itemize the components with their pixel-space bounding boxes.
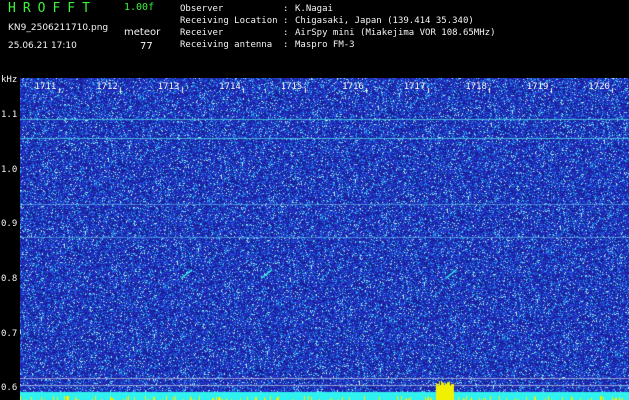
- metadata-separator: :: [283, 40, 289, 50]
- x-tick-label: 1715: [280, 82, 303, 92]
- metadata-value-receiver: AirSpy mini (Miakejima VOR 108.65MHz): [295, 28, 496, 38]
- y-tick-label: 1.1: [1, 110, 18, 121]
- metadata-key-observer: Observer: [180, 4, 224, 14]
- metadata-key-receiver: Receiver: [180, 28, 224, 38]
- x-tick-label: 1719: [526, 82, 549, 92]
- x-tick-label: 1718: [465, 82, 487, 92]
- spectrogram-canvas: [20, 78, 629, 400]
- x-tick-label: 1711: [34, 82, 57, 92]
- datetime-label: 25.06.21 17:10: [8, 41, 77, 51]
- x-tick-label: 1720: [588, 82, 610, 92]
- y-axis-unit-label: kHz: [1, 75, 18, 85]
- x-tick-label: 1717: [403, 82, 426, 92]
- spectrogram: [20, 78, 629, 400]
- meteor-count-value: 77: [140, 41, 153, 52]
- metadata-separator: :: [283, 28, 289, 38]
- x-tick-label: 1714: [219, 82, 241, 92]
- y-tick-label: 0.6: [1, 383, 18, 394]
- version-label: 1.00f: [124, 2, 155, 13]
- metadata-value-observer: K.Nagai: [295, 4, 333, 14]
- x-tick-label: 1716: [342, 82, 364, 92]
- y-tick-label: 0.7: [1, 328, 18, 339]
- x-tick-label: 1713: [157, 82, 180, 92]
- filename-label: KN9_2506211710.png: [8, 23, 109, 33]
- y-tick-label: 0.8: [1, 273, 18, 284]
- y-tick-label: 1.0: [1, 164, 18, 175]
- meteor-count-label: meteor: [124, 27, 161, 38]
- app-title: HROFFT: [8, 1, 97, 16]
- metadata-value-location: Chigasaki, Japan (139.414 35.340): [295, 16, 474, 26]
- metadata-separator: :: [283, 4, 289, 14]
- metadata-key-location: Receiving Location: [180, 16, 278, 26]
- metadata-key-antenna: Receiving antenna: [180, 40, 273, 50]
- x-tick-label: 1712: [96, 82, 118, 92]
- metadata-separator: :: [283, 16, 289, 26]
- y-tick-label: 0.9: [1, 219, 18, 230]
- metadata-value-antenna: Maspro FM-3: [295, 40, 355, 50]
